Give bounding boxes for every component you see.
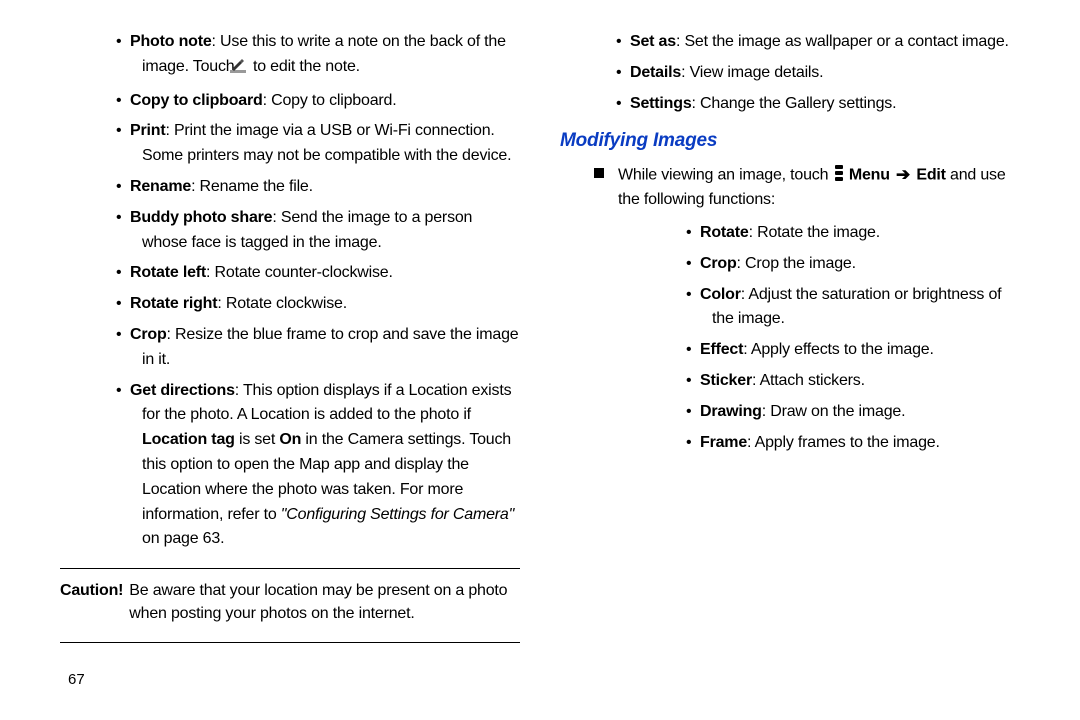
desc: : Apply frames to the image. (747, 434, 940, 451)
list-item: Settings: Change the Gallery settings. (630, 92, 1020, 117)
list-item: Crop: Resize the blue frame to crop and … (130, 323, 520, 373)
arrow-icon: ➔ (896, 165, 910, 184)
desc: : Resize the blue frame to crop and save… (142, 326, 519, 368)
term: Copy to clipboard (130, 92, 263, 109)
list-item: Set as: Set the image as wallpaper or a … (630, 30, 1020, 55)
list-item: Rename: Rename the file. (130, 175, 520, 200)
list-item: Buddy photo share: Send the image to a p… (130, 206, 520, 256)
right-column: Set as: Set the image as wallpaper or a … (560, 30, 1020, 700)
term: Sticker (700, 372, 752, 389)
edit-label: Edit (916, 166, 945, 183)
list-item: Details: View image details. (630, 61, 1020, 86)
desc: : View image details. (681, 64, 823, 81)
caution-body: Be aware that your location may be prese… (129, 579, 520, 625)
manual-page: Photo note: Use this to write a note on … (0, 0, 1080, 720)
menu-icon (835, 165, 843, 181)
list-item: Rotate: Rotate the image. (700, 221, 1020, 246)
square-bullet-icon (594, 168, 604, 178)
desc: : Set the image as wallpaper or a contac… (676, 33, 1009, 50)
instruction-text: While viewing an image, touch Menu ➔ Edi… (618, 162, 1020, 213)
desc: : Draw on the image. (762, 403, 906, 420)
desc: : Copy to clipboard. (263, 92, 397, 109)
section-heading: Modifying Images (560, 126, 1020, 155)
desc: is set (235, 431, 280, 448)
term: Get directions (130, 382, 235, 399)
desc: : Rename the file. (191, 178, 313, 195)
caution-label: Caution! (60, 579, 123, 625)
list-item: Get directions: This option displays if … (130, 379, 520, 553)
desc: : Rotate clockwise. (217, 295, 347, 312)
inline-bold: On (279, 431, 301, 448)
list-item: Print: Print the image via a USB or Wi-F… (130, 119, 520, 169)
right-top-list: Set as: Set the image as wallpaper or a … (560, 30, 1020, 116)
term: Rotate left (130, 264, 206, 281)
list-item: Drawing: Draw on the image. (700, 400, 1020, 425)
term: Buddy photo share (130, 209, 272, 226)
desc: : Rotate the image. (749, 224, 880, 241)
desc: : Change the Gallery settings. (692, 95, 897, 112)
term: Rotate right (130, 295, 217, 312)
divider (60, 642, 520, 643)
instruction-row: While viewing an image, touch Menu ➔ Edi… (594, 162, 1020, 213)
list-item: Effect: Apply effects to the image. (700, 338, 1020, 363)
list-item: Sticker: Attach stickers. (700, 369, 1020, 394)
reference: "Configuring Settings for Camera" (281, 506, 514, 523)
term: Drawing (700, 403, 762, 420)
divider (60, 568, 520, 569)
desc: on page 63. (142, 530, 224, 547)
desc: : Crop the image. (737, 255, 856, 272)
term: Rename (130, 178, 191, 195)
term: Crop (130, 326, 167, 343)
list-item: Frame: Apply frames to the image. (700, 431, 1020, 456)
desc: : Rotate counter-clockwise. (206, 264, 393, 281)
term: Details (630, 64, 681, 81)
term: Effect (700, 341, 743, 358)
term: Set as (630, 33, 676, 50)
desc: to edit the note. (249, 58, 360, 75)
left-bullet-list: Photo note: Use this to write a note on … (60, 30, 520, 552)
term: Rotate (700, 224, 749, 241)
desc: : Print the image via a USB or Wi-Fi con… (142, 122, 511, 164)
list-item: Copy to clipboard: Copy to clipboard. (130, 89, 520, 114)
caution-block: Caution! Be aware that your location may… (60, 579, 520, 625)
term: Print (130, 122, 165, 139)
right-sub-list: Rotate: Rotate the image. Crop: Crop the… (630, 221, 1020, 455)
list-item: Rotate right: Rotate clockwise. (130, 292, 520, 317)
desc: : Adjust the saturation or brightness of… (712, 286, 1001, 328)
term: Color (700, 286, 741, 303)
left-column: Photo note: Use this to write a note on … (60, 30, 520, 700)
menu-label: Menu (849, 166, 890, 183)
page-number: 67 (68, 671, 85, 688)
list-item: Photo note: Use this to write a note on … (130, 30, 520, 83)
list-item: Crop: Crop the image. (700, 252, 1020, 277)
pencil-edit-icon (242, 58, 246, 83)
desc: : Attach stickers. (752, 372, 865, 389)
list-item: Color: Adjust the saturation or brightne… (700, 283, 1020, 333)
text: While viewing an image, touch (618, 166, 833, 183)
term: Photo note (130, 33, 212, 50)
term: Settings (630, 95, 692, 112)
term: Frame (700, 434, 747, 451)
desc: : Apply effects to the image. (743, 341, 933, 358)
list-item: Rotate left: Rotate counter-clockwise. (130, 261, 520, 286)
term: Crop (700, 255, 737, 272)
inline-bold: Location tag (142, 431, 235, 448)
